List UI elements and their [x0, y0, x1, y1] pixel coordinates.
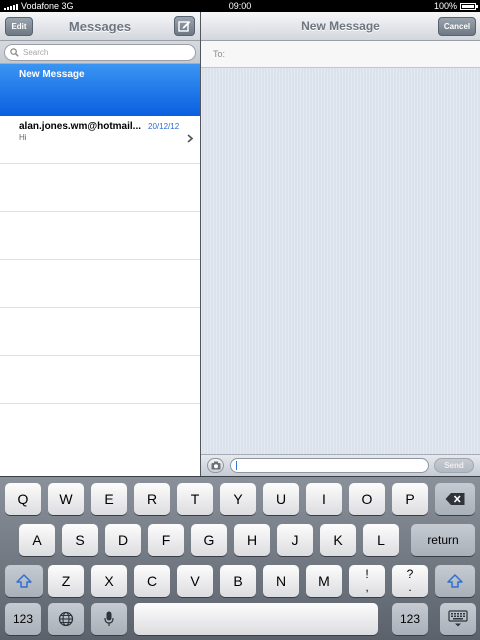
conversation-preview: Hi — [19, 133, 27, 142]
key-g[interactable]: G — [191, 524, 227, 556]
globe-icon — [58, 611, 74, 627]
key-x[interactable]: X — [91, 565, 127, 597]
conversation-date: 20/12/12 — [148, 122, 180, 131]
space-key[interactable] — [134, 603, 378, 635]
compose-button[interactable] — [174, 16, 195, 36]
backspace-icon — [445, 493, 465, 505]
key-z[interactable]: Z — [48, 565, 84, 597]
camera-button[interactable] — [207, 458, 224, 473]
key-j[interactable]: J — [277, 524, 313, 556]
empty-row — [0, 356, 200, 404]
globe-key[interactable] — [48, 603, 84, 635]
key-c[interactable]: C — [134, 565, 170, 597]
key-exclamation-comma[interactable]: ! , — [349, 565, 385, 597]
status-right: 100% — [433, 0, 478, 12]
key-e[interactable]: E — [91, 483, 127, 515]
search-input[interactable]: Search — [4, 44, 196, 61]
edit-button[interactable]: Edit — [5, 17, 33, 36]
conversation-row[interactable]: alan.jones.wm@hotmail... 20/12/12 Hi — [0, 116, 200, 164]
backspace-key[interactable] — [435, 483, 475, 515]
dictation-key[interactable] — [91, 603, 127, 635]
conversation-name: alan.jones.wm@hotmail... — [19, 121, 141, 132]
key-question-period[interactable]: ? . — [392, 565, 428, 597]
key-y[interactable]: Y — [220, 483, 256, 515]
shift-key-right[interactable] — [435, 565, 475, 597]
list-item-new-message[interactable]: New Message — [0, 64, 200, 116]
to-field[interactable]: To: — [201, 41, 480, 68]
key-r[interactable]: R — [134, 483, 170, 515]
key-q[interactable]: Q — [5, 483, 41, 515]
microphone-icon — [104, 611, 114, 626]
key-n[interactable]: N — [263, 565, 299, 597]
compose-bar: Send — [201, 454, 480, 476]
hide-keyboard-key[interactable] — [440, 603, 476, 635]
shift-icon — [447, 574, 463, 588]
key-i[interactable]: I — [306, 483, 342, 515]
numbers-key-left[interactable]: 123 — [5, 603, 41, 635]
message-input[interactable] — [230, 458, 429, 473]
return-key[interactable]: return — [411, 524, 475, 556]
key-m[interactable]: M — [306, 565, 342, 597]
key-w[interactable]: W — [48, 483, 84, 515]
text-cursor — [236, 461, 237, 470]
battery-icon — [460, 2, 478, 10]
key-h[interactable]: H — [234, 524, 270, 556]
key-k[interactable]: K — [320, 524, 356, 556]
messages-panel: Messages Edit Search New Message alan.jo… — [0, 12, 200, 476]
key-a[interactable]: A — [19, 524, 55, 556]
search-bar: Search — [0, 41, 200, 64]
search-icon — [10, 48, 19, 57]
key-period-label: . — [408, 580, 412, 594]
clock: 09:00 — [228, 1, 252, 11]
message-thread-area — [201, 68, 480, 454]
chevron-right-icon — [187, 134, 193, 143]
cancel-button[interactable]: Cancel — [438, 17, 476, 36]
key-comma-label: , — [365, 580, 369, 594]
new-message-panel: New Message Cancel To: Send — [201, 12, 480, 476]
status-bar: Vodafone 3G 09:00 100% — [0, 0, 480, 12]
key-p[interactable]: P — [392, 483, 428, 515]
camera-icon — [211, 461, 221, 470]
compose-icon — [178, 21, 191, 32]
key-l[interactable]: L — [363, 524, 399, 556]
empty-row — [0, 164, 200, 212]
key-u[interactable]: U — [263, 483, 299, 515]
empty-row — [0, 308, 200, 356]
empty-row — [0, 260, 200, 308]
new-message-navbar: New Message Cancel — [201, 12, 480, 41]
keyboard-dismiss-icon — [448, 610, 468, 627]
empty-row — [0, 212, 200, 260]
key-f[interactable]: F — [148, 524, 184, 556]
to-label: To: — [213, 49, 226, 59]
search-placeholder: Search — [23, 48, 49, 57]
key-s[interactable]: S — [62, 524, 98, 556]
messages-navbar: Messages Edit — [0, 12, 200, 41]
key-b[interactable]: B — [220, 565, 256, 597]
key-t[interactable]: T — [177, 483, 213, 515]
shift-key-left[interactable] — [5, 565, 43, 597]
key-v[interactable]: V — [177, 565, 213, 597]
key-o[interactable]: O — [349, 483, 385, 515]
keyboard: Q W E R T Y U I O P A S D F G H J K L re… — [0, 476, 480, 640]
key-d[interactable]: D — [105, 524, 141, 556]
new-message-label: New Message — [19, 69, 85, 80]
send-button[interactable]: Send — [434, 458, 474, 473]
numbers-key-right[interactable]: 123 — [392, 603, 428, 635]
battery-percent: 100% — [433, 1, 457, 11]
shift-icon — [16, 574, 32, 588]
